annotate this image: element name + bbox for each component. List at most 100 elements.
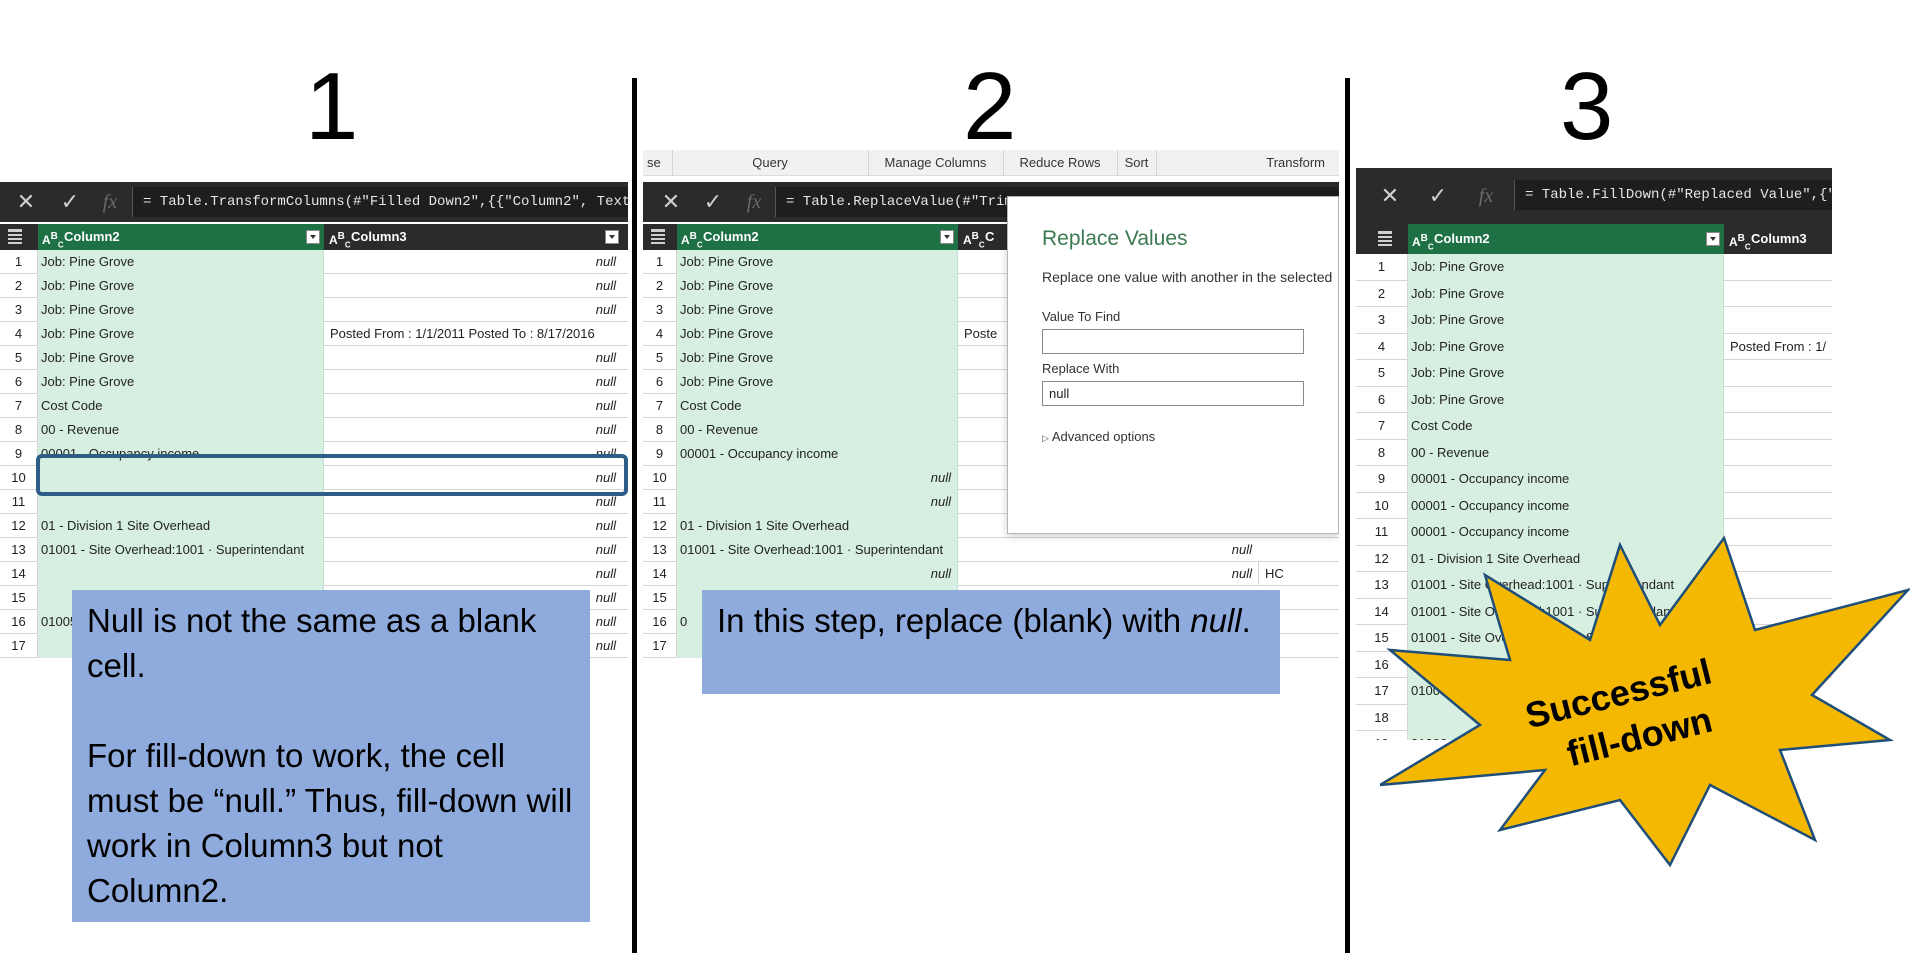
- row-number[interactable]: 4: [0, 322, 38, 346]
- table-row[interactable]: 7 Cost Code: [1356, 413, 1832, 440]
- cell-column2[interactable]: 00 - Revenue: [1408, 439, 1724, 466]
- cell-column2[interactable]: Job: Pine Grove: [677, 274, 958, 298]
- row-number[interactable]: 12: [0, 514, 38, 538]
- row-number[interactable]: 15: [0, 586, 38, 610]
- row-number[interactable]: 7: [643, 394, 677, 418]
- cell-column2[interactable]: Job: Pine Grove: [1408, 360, 1724, 387]
- cell-column3[interactable]: null: [324, 514, 622, 538]
- column-header-column2[interactable]: ABC Column2: [677, 224, 958, 250]
- row-number[interactable]: 10: [0, 466, 38, 490]
- value-to-find-input[interactable]: [1042, 329, 1304, 354]
- cell-column2[interactable]: 01001 - Site Overhead:1001 · Superintend…: [38, 538, 324, 562]
- table-row[interactable]: 2 Job: Pine Grove: [1356, 280, 1832, 308]
- table-row[interactable]: 5 Job: Pine Grove: [1356, 360, 1832, 387]
- row-number[interactable]: 6: [643, 370, 677, 394]
- cell-column2[interactable]: Job: Pine Grove: [1408, 254, 1724, 281]
- filter-dropdown-icon[interactable]: [605, 230, 619, 244]
- table-row[interactable]: 9 00001 - Occupancy income: [1356, 466, 1832, 493]
- row-number[interactable]: 15: [643, 586, 677, 610]
- table-row[interactable]: 5 Job: Pine Grove null: [0, 346, 628, 370]
- table-row[interactable]: 12 01 - Division 1 Site Overhead null: [0, 514, 628, 538]
- cell-column3[interactable]: [1724, 307, 1832, 334]
- cell-column3[interactable]: null: [324, 418, 622, 442]
- cell-column4[interactable]: HC: [1258, 562, 1318, 586]
- advanced-options-toggle[interactable]: ▷ Advanced options: [1042, 429, 1155, 444]
- row-number[interactable]: 11: [643, 490, 677, 514]
- row-number[interactable]: 11: [0, 490, 38, 514]
- table-row[interactable]: 4 Job: Pine Grove Posted From : 1/: [1356, 333, 1832, 360]
- cell-column3[interactable]: [1724, 413, 1832, 440]
- cell-column2[interactable]: Job: Pine Grove: [1408, 333, 1724, 360]
- cell-column3[interactable]: null: [958, 562, 1258, 586]
- row-number[interactable]: 17: [0, 634, 38, 658]
- row-number[interactable]: 5: [0, 346, 38, 370]
- cell-column3[interactable]: null: [324, 394, 622, 418]
- table-icon[interactable]: [1378, 231, 1396, 247]
- formula-text[interactable]: = Table.TransformColumns(#"Filled Down2"…: [132, 187, 628, 217]
- row-number[interactable]: 8: [0, 418, 38, 442]
- table-icon[interactable]: [8, 229, 26, 245]
- cell-column2[interactable]: Job: Pine Grove: [1408, 307, 1724, 334]
- cell-column3[interactable]: Posted From : 1/1/2011 Posted To : 8/17/…: [324, 322, 622, 346]
- table-row[interactable]: 1 Job: Pine Grove: [1356, 254, 1832, 281]
- row-number[interactable]: 9: [0, 442, 38, 466]
- row-number[interactable]: 1: [1356, 254, 1408, 281]
- table-row[interactable]: 2 Job: Pine Grove null: [0, 274, 628, 298]
- row-number[interactable]: 9: [643, 442, 677, 466]
- row-number[interactable]: 8: [643, 418, 677, 442]
- table-row[interactable]: 3 Job: Pine Grove null: [0, 298, 628, 322]
- cell-column3[interactable]: null: [324, 562, 622, 586]
- table-row[interactable]: 7 Cost Code null: [0, 394, 628, 418]
- cell-column2[interactable]: 00001 - Occupancy income: [1408, 466, 1724, 493]
- row-number[interactable]: 5: [643, 346, 677, 370]
- cell-column2[interactable]: null: [677, 562, 958, 586]
- table-row[interactable]: 10 00001 - Occupancy income: [1356, 492, 1832, 519]
- row-number[interactable]: 1: [0, 250, 38, 274]
- cell-column2[interactable]: 01 - Division 1 Site Overhead: [38, 514, 324, 538]
- column-header-column2[interactable]: ABC Column2: [38, 224, 324, 250]
- row-number[interactable]: 8: [1356, 439, 1408, 466]
- cell-column3[interactable]: null: [324, 274, 622, 298]
- row-number[interactable]: 3: [643, 298, 677, 322]
- cancel-icon[interactable]: ✕: [1370, 176, 1410, 216]
- cell-column2[interactable]: 00001 - Occupancy income: [677, 442, 958, 466]
- column-header-column3[interactable]: ABC Column3: [325, 224, 623, 250]
- formula-text[interactable]: = Table.FillDown(#"Replaced Value",{": [1514, 180, 1832, 210]
- cell-column3[interactable]: [1724, 254, 1832, 281]
- row-number[interactable]: 9: [1356, 466, 1408, 493]
- cell-column2[interactable]: 00001 - Occupancy income: [1408, 492, 1724, 519]
- cell-column2[interactable]: Job: Pine Grove: [677, 250, 958, 274]
- table-row[interactable]: 14 null null HC: [643, 562, 1339, 586]
- row-number[interactable]: 4: [643, 322, 677, 346]
- cell-column2[interactable]: Job: Pine Grove: [38, 370, 324, 394]
- row-number[interactable]: 14: [643, 562, 677, 586]
- cell-column2[interactable]: Cost Code: [38, 394, 324, 418]
- commit-icon[interactable]: ✓: [693, 182, 733, 222]
- cell-column3[interactable]: [1724, 360, 1832, 387]
- cell-column2[interactable]: Job: Pine Grove: [677, 346, 958, 370]
- table-row[interactable]: 6 Job: Pine Grove: [1356, 386, 1832, 413]
- table-row[interactable]: 3 Job: Pine Grove: [1356, 307, 1832, 334]
- cell-column3[interactable]: [1724, 281, 1832, 308]
- row-number[interactable]: 10: [1356, 492, 1408, 519]
- cell-column2[interactable]: Job: Pine Grove: [38, 250, 324, 274]
- table-row[interactable]: 13 01001 - Site Overhead:1001 · Superinte…: [643, 538, 1339, 562]
- filter-dropdown-icon[interactable]: [306, 230, 320, 244]
- cancel-icon[interactable]: ✕: [651, 182, 691, 222]
- cell-column2[interactable]: Job: Pine Grove: [38, 322, 324, 346]
- cell-column3[interactable]: null: [324, 250, 622, 274]
- cell-column2[interactable]: Job: Pine Grove: [1408, 280, 1724, 307]
- cell-column2[interactable]: null: [677, 466, 958, 490]
- row-number[interactable]: 14: [0, 562, 38, 586]
- row-number[interactable]: 10: [643, 466, 677, 490]
- row-number[interactable]: 17: [643, 634, 677, 658]
- cell-column2[interactable]: 00 - Revenue: [677, 418, 958, 442]
- cell-column2[interactable]: Job: Pine Grove: [677, 322, 958, 346]
- column-header-column3[interactable]: ABC Column3: [1725, 224, 1832, 254]
- table-row[interactable]: 13 01001 - Site Overhead:1001 · Superinte…: [0, 538, 628, 562]
- row-number[interactable]: 6: [1356, 386, 1408, 413]
- commit-icon[interactable]: ✓: [1418, 176, 1458, 216]
- row-number[interactable]: 16: [643, 610, 677, 634]
- table-row[interactable]: 8 00 - Revenue null: [0, 418, 628, 442]
- cell-column2[interactable]: Job: Pine Grove: [677, 370, 958, 394]
